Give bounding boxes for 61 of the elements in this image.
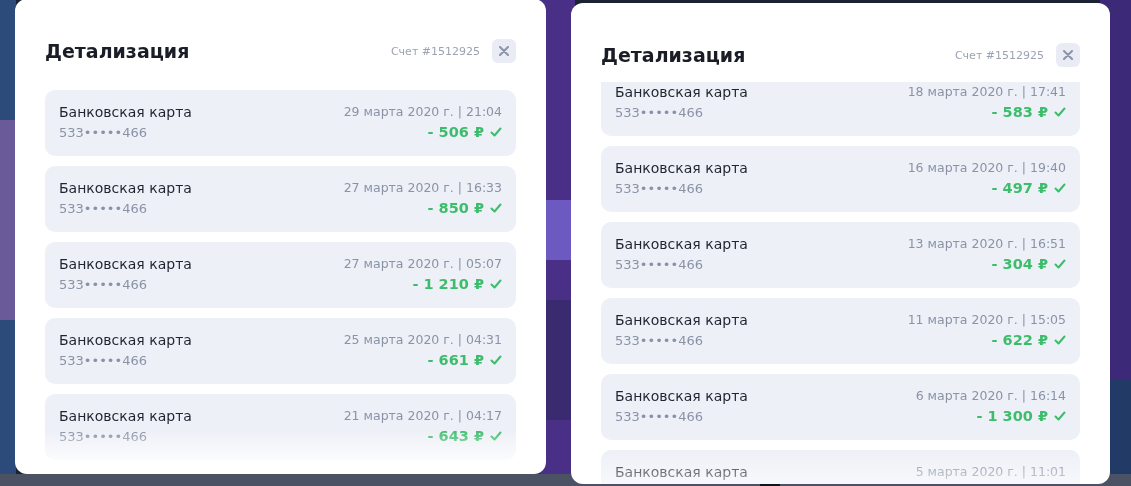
payment-method: Банковская карта [615, 84, 748, 100]
payment-method: Банковская карта [615, 464, 748, 480]
payment-method: Банковская карта [615, 236, 748, 252]
transaction-amount: - 1 300 ₽ [976, 408, 1048, 424]
transaction-date: 13 марта 2020 г. | 16:51 [907, 236, 1066, 251]
modal-title: Детализация [601, 44, 747, 66]
transaction-date: 27 марта 2020 г. | 05:07 [343, 256, 502, 271]
card-number: 533•••••466 [615, 409, 704, 424]
account-number: Счет #1512925 [954, 48, 1044, 62]
payment-method: Банковская карта [615, 312, 748, 328]
payment-method: Банковская карта [59, 332, 192, 348]
transaction-date: 6 марта 2020 г. | 16:14 [915, 388, 1066, 403]
transaction-date: 21 марта 2020 г. | 04:17 [343, 408, 502, 423]
card-number: 533•••••466 [59, 201, 148, 216]
card-number: 533•••••466 [59, 277, 148, 292]
transaction-card[interactable]: Банковская карта 5 марта 2020 г. | 11:01 [601, 450, 1080, 484]
card-number: 533•••••466 [615, 181, 704, 196]
transaction-amount: - 497 ₽ [991, 180, 1048, 196]
transaction-card[interactable]: Банковская карта 533•••••466 21 марта 2020 г. | 04:17 - 643 ₽ [45, 394, 516, 460]
transaction-date: 5 марта 2020 г. | 11:01 [915, 464, 1066, 479]
transaction-amount: - 661 ₽ [427, 352, 484, 368]
transaction-amount: - 850 ₽ [427, 200, 484, 216]
transaction-date: 16 марта 2020 г. | 19:40 [907, 160, 1066, 175]
payment-method: Банковская карта [59, 180, 192, 196]
card-number: 533•••••466 [615, 105, 704, 120]
transaction-amount: - 583 ₽ [991, 104, 1048, 120]
transaction-card[interactable]: Банковская карта 533•••••466 6 марта 2020 г. | 16:14 - 1 300 ₽ [601, 374, 1080, 440]
transaction-card[interactable]: Банковская карта 533•••••466 27 марта 2020 г. | 05:07 - 1 210 ₽ [45, 242, 516, 308]
transaction-card[interactable]: Банковская карта 533•••••466 13 марта 2020 г. | 16:51 - 304 ₽ [601, 222, 1080, 288]
transaction-card[interactable]: Банковская карта 533•••••466 25 марта 2020 г. | 04:31 - 661 ₽ [45, 318, 516, 384]
transaction-date: 29 марта 2020 г. | 21:04 [343, 104, 502, 119]
card-number: 533•••••466 [615, 333, 704, 348]
transaction-card[interactable]: Банковская карта 533•••••466 29 марта 2020 г. | 21:04 - 506 ₽ [45, 90, 516, 156]
close-icon [499, 46, 509, 56]
payment-method: Банковская карта [59, 256, 192, 272]
close-button[interactable] [1056, 43, 1080, 67]
account-number: Счет #1512925 [390, 44, 480, 58]
payment-method: Банковская карта [59, 408, 192, 424]
transaction-date: 25 марта 2020 г. | 04:31 [343, 332, 502, 347]
transaction-amount: - 643 ₽ [427, 428, 484, 444]
transaction-card[interactable]: Банковская карта 533•••••466 16 марта 2020 г. | 19:40 - 497 ₽ [601, 146, 1080, 212]
transaction-date: 18 марта 2020 г. | 17:41 [907, 84, 1066, 99]
transaction-amount: - 506 ₽ [427, 124, 484, 140]
close-icon [1063, 50, 1073, 60]
card-number: 533•••••466 [615, 257, 704, 272]
modal-title: Детализация [45, 40, 191, 62]
payment-method: Банковская карта [615, 160, 748, 176]
transaction-card[interactable]: Банковская карта 533•••••466 27 марта 2020 г. | 16:33 - 850 ₽ [45, 166, 516, 232]
close-button[interactable] [492, 39, 516, 63]
card-number: 533•••••466 [59, 125, 148, 140]
transaction-date: 11 марта 2020 г. | 15:05 [907, 312, 1066, 327]
transaction-card[interactable]: Банковская карта 533•••••466 11 марта 2020 г. | 15:05 - 622 ₽ [601, 298, 1080, 364]
transaction-card[interactable]: Банковская карта 533•••••466 18 марта 2020 г. | 17:41 - 583 ₽ [601, 82, 1080, 136]
transaction-amount: - 622 ₽ [991, 332, 1048, 348]
card-number: 533•••••466 [59, 429, 148, 444]
transaction-amount: - 1 210 ₽ [412, 276, 484, 292]
payment-method: Банковская карта [59, 104, 192, 120]
transaction-date: 27 марта 2020 г. | 16:33 [343, 180, 502, 195]
payment-method: Банковская карта [615, 388, 748, 404]
transaction-amount: - 304 ₽ [991, 256, 1048, 272]
card-number: 533•••••466 [59, 353, 148, 368]
